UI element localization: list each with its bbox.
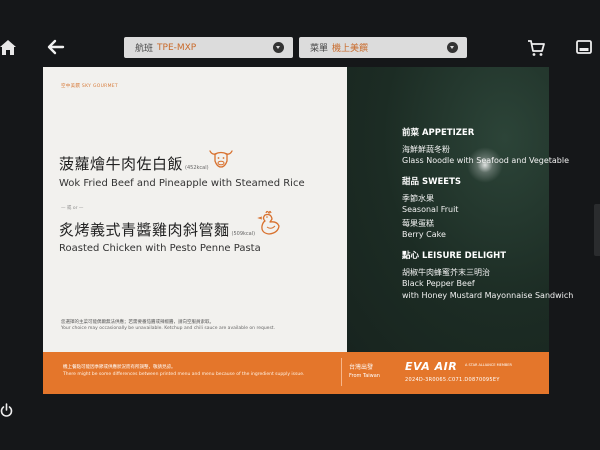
dish1-kcal: (452kcal) (185, 165, 209, 171)
sweets-item2-zh: 莓果蛋糕 (402, 219, 434, 228)
sweets-item1-en: Seasonal Fruit (402, 205, 459, 214)
cart-icon (528, 40, 545, 56)
power-icon (0, 403, 13, 417)
brand-tag: 空中美饌 SKY GOURMET (61, 84, 118, 89)
screen-icon (576, 40, 592, 54)
dish2-kcal: (509kcal) (231, 231, 256, 237)
back-arrow-icon (47, 39, 65, 55)
back-button[interactable] (46, 37, 66, 57)
menu-code: 2024D-3R0065.C071.D0870095EY (405, 377, 500, 383)
footer-divider (341, 358, 342, 386)
sweets-item2-en: Berry Cake (402, 230, 446, 239)
sweets-item1-zh: 季節水果 (402, 194, 434, 203)
light-reflection (467, 147, 503, 183)
menu-select-value: 機上美饌 (332, 44, 369, 54)
leisure-title: 點心 LEISURE DELIGHT (402, 251, 507, 261)
other-courses-panel: 前菜 APPETIZER 海鮮鮮蔬冬粉 Glass Noodle with Se… (347, 67, 573, 352)
appetizer-title: 前菜 APPETIZER (402, 128, 475, 138)
home-button[interactable] (0, 38, 16, 56)
supply-note-en: There might be some differences between … (63, 372, 305, 377)
chevron-down-icon (273, 42, 284, 53)
star-alliance-text: A STAR ALLIANCE MEMBER (465, 363, 512, 367)
appetizer-item-en: Glass Noodle with Seafood and Vegetable (402, 156, 570, 165)
cart-button[interactable] (527, 39, 545, 57)
chevron-down-icon (447, 42, 458, 53)
beef-icon (209, 150, 233, 168)
dish2-name-zh: 炙烤義式青醬雞肉斜管麵 (59, 221, 230, 239)
dish1-name-zh: 菠蘿燴牛肉佐白飯 (59, 155, 184, 173)
supply-note-zh: 機上餐點可能因季節或供應狀況而有所調整，敬請見諒。 (63, 365, 176, 370)
menu-select-label: 菜單 (310, 44, 329, 54)
leisure-item-zh: 胡椒牛肉蜂蜜芥末三明治 (402, 268, 490, 277)
main-course-panel: 空中美饌 SKY GOURMET 菠蘿燴牛肉佐白飯 (452kcal) Wok F… (43, 67, 347, 352)
or-divider: — 或 or — (61, 206, 84, 211)
leisure-item-en-line1: Black Pepper Beef (402, 279, 475, 288)
origin-zh: 台灣出發 (349, 364, 374, 371)
flight-select[interactable]: 航班 TPE-MXP (124, 37, 293, 58)
menu-card: 空中美饌 SKY GOURMET 菠蘿燴牛肉佐白飯 (452kcal) Wok F… (43, 67, 573, 394)
availability-note-zh: 您選擇的主菜可能偶爾無法供應；若需要番茄醬或辣椒醬，請向空服員索取。 (61, 320, 214, 325)
power-button[interactable] (0, 403, 13, 418)
home-icon (0, 40, 16, 55)
dish1-name-en: Wok Fried Beef and Pineapple with Steame… (59, 178, 305, 189)
chicken-icon (257, 210, 280, 235)
dish2-name-en: Roasted Chicken with Pesto Penne Pasta (59, 243, 261, 254)
eva-air-logo: EVA AIR (405, 360, 458, 373)
dish1-title-zh: 菠蘿燴牛肉佐白飯 (452kcal) (59, 153, 209, 174)
origin-en: From Taiwan (349, 373, 380, 379)
sweets-title: 甜品 SWEETS (402, 177, 461, 187)
availability-note-en: Your choice may occasionally be unavaila… (61, 326, 275, 331)
dish2-title-zh: 炙烤義式青醬雞肉斜管麵 (509kcal) (59, 219, 255, 240)
side-scroll-handle[interactable] (594, 204, 600, 256)
screen-button[interactable] (576, 39, 592, 57)
menu-select[interactable]: 菜單 機上美饌 (299, 37, 467, 58)
flight-select-value: TPE-MXP (157, 42, 197, 53)
flight-select-label: 航班 (135, 44, 154, 54)
leisure-item-en-line2: with Honey Mustard Mayonnaise Sandwich (402, 291, 574, 300)
appetizer-item-zh: 海鮮鮮蔬冬粉 (402, 145, 450, 154)
